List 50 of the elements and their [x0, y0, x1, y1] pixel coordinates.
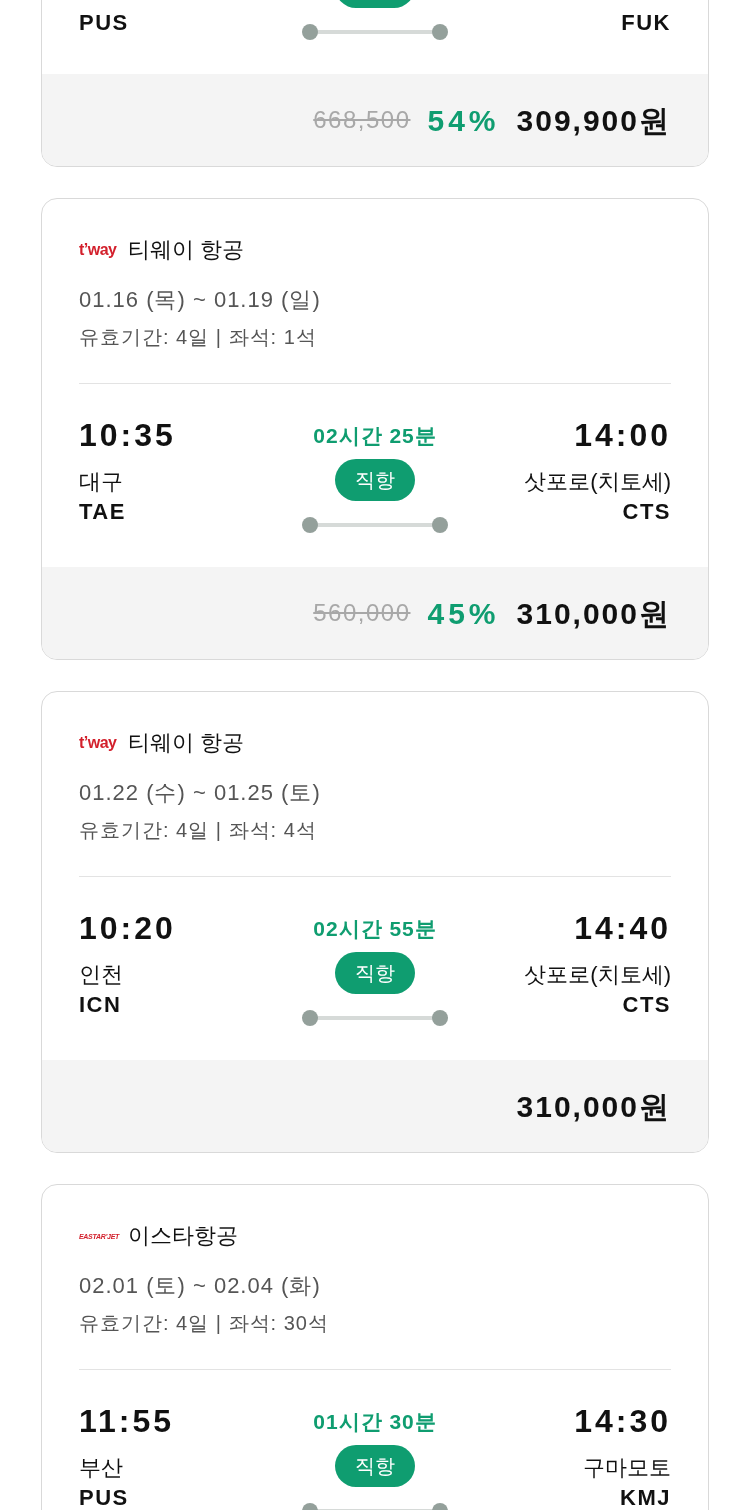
airline-name: 이스타항공 — [128, 1222, 238, 1250]
travel-dates: 02.01 (토) ~ 02.04 (화) — [79, 1272, 321, 1300]
departure-code: TAE — [79, 501, 126, 523]
arrival-code: FUK — [621, 12, 671, 34]
flight-duration: 01시간 30분 — [313, 1410, 437, 1434]
validity-seats: 유효기간: 4일 | 좌석: 1석 — [79, 323, 317, 351]
arrival-code: KMJ — [620, 1487, 671, 1509]
validity-seats: 유효기간: 4일 | 좌석: 30석 — [79, 1309, 329, 1337]
sale-price: 310,000원 — [516, 595, 671, 632]
arrival-time: 14:00 — [574, 417, 671, 453]
arrival-time: 14:30 — [574, 1403, 671, 1439]
sale-price: 309,900원 — [516, 102, 671, 139]
arrival-code: CTS — [622, 501, 671, 523]
original-price: 560,000 — [313, 598, 411, 628]
arrival-city: 구마모토 — [583, 1454, 671, 1482]
flight-card[interactable]: PUS FUK 668,500 54% 309,900원 — [41, 0, 709, 167]
departure-time: 11:55 — [79, 1403, 175, 1439]
travel-dates: 01.16 (목) ~ 01.19 (일) — [79, 286, 321, 314]
departure-code: PUS — [79, 1487, 129, 1509]
nonstop-badge: 직항 — [335, 459, 415, 501]
departure-city: 부산 — [79, 1454, 123, 1482]
route-line-icon — [302, 517, 448, 533]
flight-duration: 02시간 55분 — [313, 917, 437, 941]
flight-card[interactable]: t’way 티웨이 항공 01.16 (목) ~ 01.19 (일) 유효기간: 4일 | 좌석: 1석 10:35 대구 TAE 02시간 25분 직항 14:00 삿포로(치토세) CTS 560,000 45% 310,000원 — [41, 198, 709, 660]
arrival-city: 삿포로(치토세) — [524, 468, 671, 496]
departure-time: 10:20 — [79, 910, 176, 946]
original-price: 668,500 — [313, 105, 411, 135]
arrival-time: 14:40 — [574, 910, 671, 946]
departure-code: ICN — [79, 994, 122, 1016]
nonstop-badge: 직항 — [335, 1445, 415, 1487]
travel-dates: 01.22 (수) ~ 01.25 (토) — [79, 779, 321, 807]
flight-duration: 02시간 25분 — [313, 424, 437, 448]
flight-card[interactable]: t’way 티웨이 항공 01.22 (수) ~ 01.25 (토) 유효기간: 4일 | 좌석: 4석 10:20 인천 ICN 02시간 55분 직항 14:40 삿포로(치토세) CTS 310,000원 — [41, 691, 709, 1153]
departure-city: 인천 — [79, 961, 123, 989]
discount-rate: 54% — [427, 102, 500, 139]
airline-logo: t’way — [79, 734, 117, 752]
airline-name: 티웨이 항공 — [128, 729, 245, 757]
airline-name: 티웨이 항공 — [128, 236, 245, 264]
route-line-icon — [302, 24, 448, 40]
departure-time: 10:35 — [79, 417, 176, 453]
arrival-city: 삿포로(치토세) — [524, 961, 671, 989]
route-line-icon — [302, 1010, 448, 1026]
arrival-code: CTS — [622, 994, 671, 1016]
discount-rate: 45% — [427, 595, 500, 632]
sale-price: 310,000원 — [516, 1088, 671, 1125]
departure-code: PUS — [79, 12, 129, 34]
validity-seats: 유효기간: 4일 | 좌석: 4석 — [79, 816, 317, 844]
airline-logo: t’way — [79, 241, 117, 259]
nonstop-badge: 직항 — [335, 952, 415, 994]
departure-city: 대구 — [79, 468, 123, 496]
